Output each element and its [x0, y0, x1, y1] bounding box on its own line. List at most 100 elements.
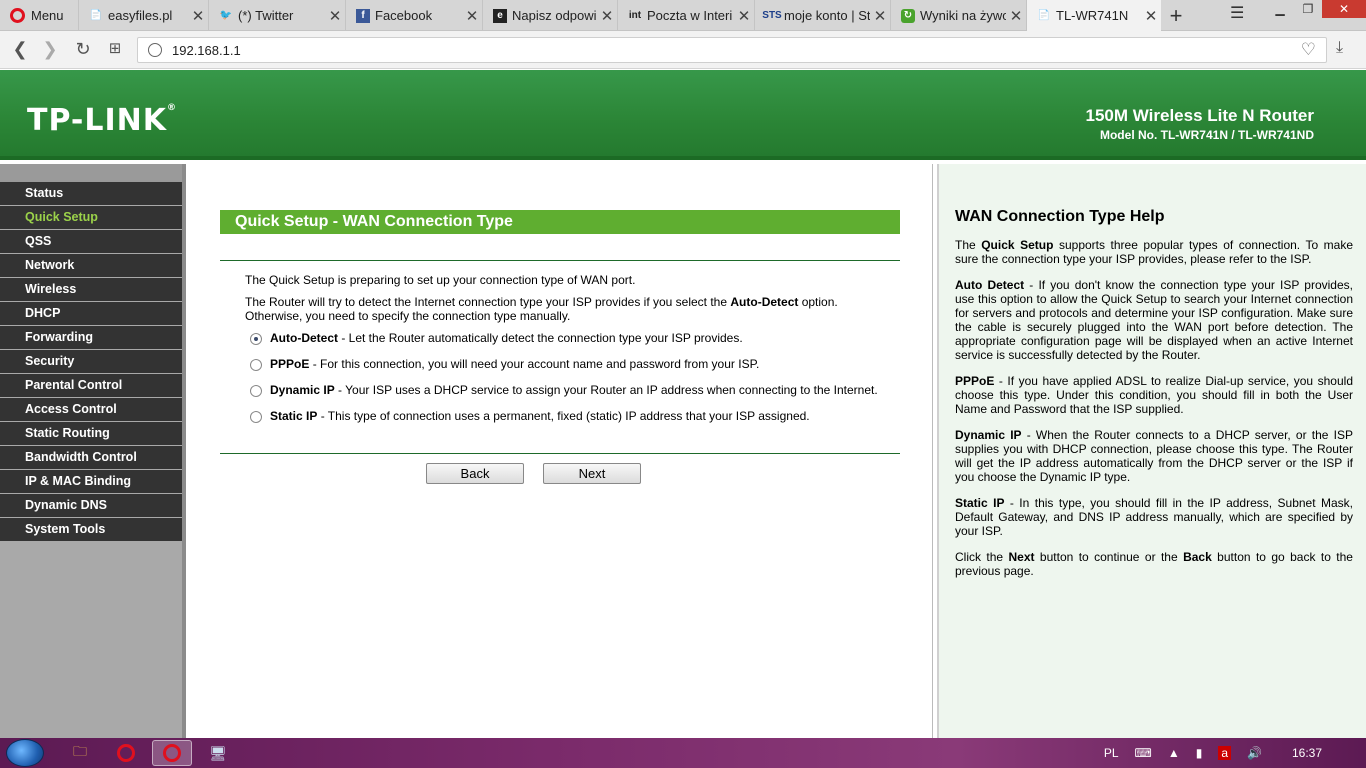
sidebar-item-dynamic-dns[interactable]: Dynamic DNS [0, 494, 182, 517]
refresh-icon: ↻ [901, 8, 915, 23]
sidebar-item-system-tools[interactable]: System Tools [0, 518, 182, 541]
tab-menu-icon[interactable]: ☰ [1230, 3, 1244, 23]
option-dynamic-ip[interactable]: Dynamic IP - Your ISP uses a DHCP servic… [250, 383, 878, 397]
back-icon[interactable]: ❮ [10, 39, 30, 60]
tab-title: moje konto | St [784, 8, 870, 23]
facebook-icon: f [356, 8, 370, 23]
close-tab-icon[interactable]: ✕ [188, 7, 208, 25]
product-name: 150M Wireless Lite N Router [1085, 106, 1314, 125]
heart-icon[interactable]: ♡ [1301, 40, 1316, 60]
close-tab-icon[interactable]: ✕ [1006, 7, 1026, 25]
page-title: Quick Setup - WAN Connection Type [220, 210, 900, 234]
tab-tl-wr741n[interactable]: 📄 TL-WR741N ✕ [1026, 0, 1161, 31]
tab-title: easyfiles.pl [108, 8, 173, 23]
router-header: TP-LINK® 150M Wireless Lite N Router Mod… [0, 70, 1366, 160]
tab-facebook[interactable]: f Facebook ✕ [345, 0, 482, 31]
tab-title: Poczta w Interi [647, 8, 733, 23]
tab-wyniki[interactable]: ↻ Wyniki na żywo ✕ [890, 0, 1026, 31]
intro-text-2: The Router will try to detect the Intern… [245, 295, 838, 309]
menu-label: Menu [31, 8, 64, 23]
close-tab-icon[interactable]: ✕ [734, 7, 754, 25]
new-tab-icon[interactable]: + [1166, 3, 1186, 29]
language-indicator[interactable]: PL [1104, 746, 1119, 760]
close-tab-icon[interactable]: ✕ [1141, 7, 1161, 25]
tab-title: TL-WR741N [1056, 8, 1129, 23]
network-icon[interactable]: ▮ [1196, 746, 1203, 760]
antivirus-icon[interactable]: a [1218, 746, 1232, 760]
tp-link-logo: TP-LINK® [27, 103, 178, 138]
sidebar-menu: Status Quick Setup QSS Network Wireless … [0, 164, 186, 738]
opera-icon[interactable] [106, 740, 146, 766]
radio-pppoe[interactable] [250, 359, 262, 371]
help-paragraph: Auto Detect - If you don't know the conn… [955, 278, 1353, 362]
help-paragraph: Dynamic IP - When the Router connects to… [955, 428, 1353, 484]
sts-icon: STS [762, 10, 782, 21]
tab-moje-konto[interactable]: STS moje konto | St ✕ [754, 0, 890, 31]
option-auto-detect[interactable]: Auto-Detect - Let the Router automatical… [250, 331, 743, 345]
tabs-grid-icon[interactable]: ⊞ [105, 39, 125, 57]
e-icon: e [493, 8, 507, 23]
document-icon: 📄 [1037, 10, 1051, 21]
sidebar-item-wireless[interactable]: Wireless [0, 278, 182, 301]
explorer-icon[interactable]: 🗀 [60, 740, 100, 766]
close-tab-icon[interactable]: ✕ [870, 7, 890, 25]
option-pppoe[interactable]: PPPoE - For this connection, you will ne… [250, 357, 759, 371]
back-button[interactable]: Back [426, 463, 524, 484]
divider [220, 453, 900, 454]
sidebar-item-security[interactable]: Security [0, 350, 182, 373]
model-number: Model No. TL-WR741N / TL-WR741ND [1099, 128, 1314, 142]
clock[interactable]: 16:37 [1292, 746, 1322, 760]
help-paragraph: The Quick Setup supports three popular t… [955, 238, 1353, 266]
next-button[interactable]: Next [543, 463, 641, 484]
sidebar-item-qss[interactable]: QSS [0, 230, 182, 253]
system-tray: PL ⌨ ▲ ▮ a 🔊 16:37 [1096, 738, 1366, 768]
tab-title: Facebook [375, 8, 433, 23]
tab-poczta[interactable]: int Poczta w Interi ✕ [617, 0, 754, 31]
tab-twitter[interactable]: 🐦 (*) Twitter ✕ [208, 0, 345, 31]
close-tab-icon[interactable]: ✕ [462, 7, 482, 25]
sidebar-item-access-control[interactable]: Access Control [0, 398, 182, 421]
close-tab-icon[interactable]: ✕ [325, 7, 345, 25]
tab-title: Napisz odpowie [512, 8, 597, 23]
sidebar-item-status[interactable]: Status [0, 182, 182, 205]
opera-icon [10, 8, 25, 23]
remote-desktop-icon[interactable]: 🖥 [198, 740, 238, 766]
download-icon[interactable]: ⤓ [1336, 39, 1343, 57]
sidebar-item-network[interactable]: Network [0, 254, 182, 277]
minimize-icon[interactable]: ▁ [1266, 0, 1294, 18]
sidebar-item-static-routing[interactable]: Static Routing [0, 422, 182, 445]
sidebar-item-ip-mac-binding[interactable]: IP & MAC Binding [0, 470, 182, 493]
sidebar-item-dhcp[interactable]: DHCP [0, 302, 182, 325]
tray-arrow-icon[interactable]: ▲ [1168, 746, 1180, 760]
sidebar-item-forwarding[interactable]: Forwarding [0, 326, 182, 349]
keyboard-icon[interactable]: ⌨ [1135, 746, 1152, 760]
forward-icon[interactable]: ❯ [40, 39, 60, 60]
help-panel: WAN Connection Type Help The Quick Setup… [937, 164, 1366, 738]
tab-title: (*) Twitter [238, 8, 294, 23]
reload-icon[interactable]: ↻ [73, 39, 93, 60]
opera-menu-button[interactable]: Menu [0, 0, 70, 31]
sidebar-item-bandwidth-control[interactable]: Bandwidth Control [0, 446, 182, 469]
tab-easyfiles[interactable]: 📄 easyfiles.pl ✕ [78, 0, 208, 31]
volume-icon[interactable]: 🔊 [1247, 746, 1262, 760]
option-static-ip[interactable]: Static IP - This type of connection uses… [250, 409, 810, 423]
help-paragraph: Static IP - In this type, you should fil… [955, 496, 1353, 538]
help-paragraph: PPPoE - If you have applied ADSL to real… [955, 374, 1353, 416]
taskbar: 🗀 🖥 PL ⌨ ▲ ▮ a 🔊 16:37 [0, 738, 1366, 768]
maximize-icon[interactable]: ❐ [1294, 0, 1322, 18]
intro-text-3: Otherwise, you need to specify the conne… [245, 309, 571, 323]
close-tab-icon[interactable]: ✕ [597, 7, 617, 25]
sidebar-item-parental-control[interactable]: Parental Control [0, 374, 182, 397]
close-window-icon[interactable]: ✕ [1322, 0, 1366, 18]
url-field[interactable]: 192.168.1.1 ♡ [137, 37, 1327, 63]
radio-dynamic-ip[interactable] [250, 385, 262, 397]
opera-active-icon[interactable] [152, 740, 192, 766]
twitter-icon: 🐦 [219, 10, 233, 21]
window-controls: ▁ ❐ ✕ [1266, 0, 1366, 18]
tab-napisz[interactable]: e Napisz odpowie ✕ [482, 0, 617, 31]
sidebar-item-quick-setup[interactable]: Quick Setup [0, 206, 182, 229]
start-button[interactable] [6, 739, 44, 767]
radio-auto-detect[interactable] [250, 333, 262, 345]
radio-static-ip[interactable] [250, 411, 262, 423]
help-paragraph: Click the Next button to continue or the… [955, 550, 1353, 578]
